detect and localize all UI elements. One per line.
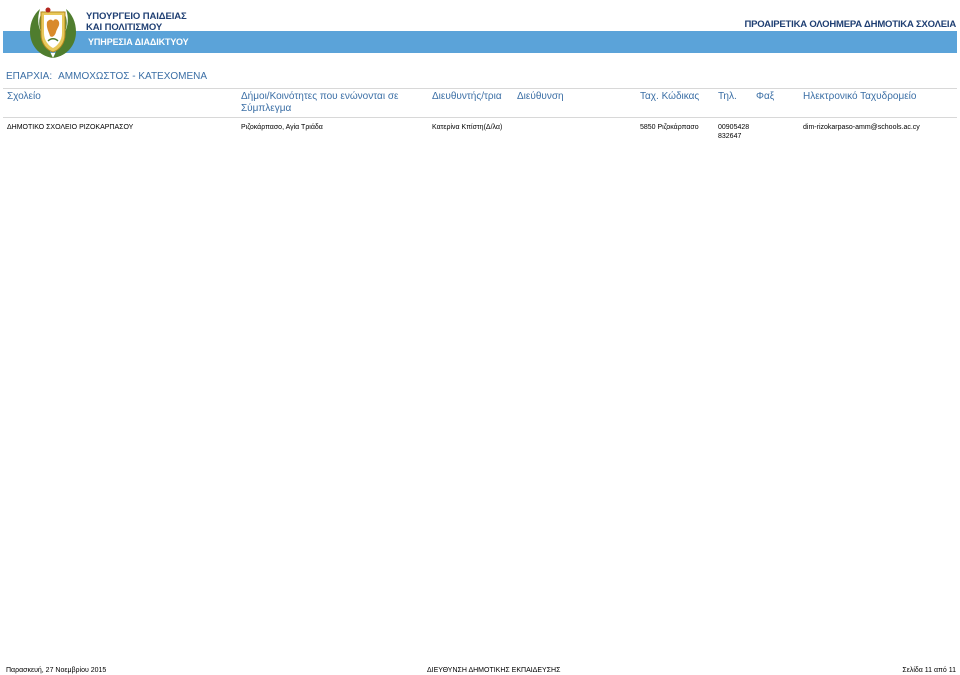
document-title: ΠΡΟΑΙΡΕΤΙΚΑ ΟΛΟΗΜΕΡΑ ΔΗΜΟΤΙΚΑ ΣΧΟΛΕΙΑ <box>744 19 956 30</box>
column-header-email: Ηλεκτρονικό Ταχυδρομείο <box>803 91 917 102</box>
column-header-postal: Ταχ. Κώδικας <box>640 91 700 102</box>
footer-date: Παρασκευή, 27 Νοεμβρίου 2015 <box>6 667 107 674</box>
cell-school: ΔΗΜΟΤΙΚΟ ΣΧΟΛΕΙΟ ΡΙΖΟΚΑΡΠΑΣΟΥ <box>7 124 134 131</box>
column-header-phone: Τηλ. <box>718 91 737 102</box>
cell-phone-line-2: 832647 <box>718 133 742 140</box>
footer-department: ΔΙΕΥΘΥΝΣΗ ΔΗΜΟΤΙΚΗΣ ΕΚΠΑΙΔΕΥΣΗΣ <box>427 667 561 674</box>
service-name: ΥΠΗΡΕΣΙΑ ΔΙΑΔΙΚΤΥΟΥ <box>88 37 189 47</box>
cyprus-coat-of-arms-icon <box>30 7 76 58</box>
cell-phone: 00905428 832647 <box>718 123 749 141</box>
cell-email: dim-rizokarpaso-amm@schools.ac.cy <box>803 124 920 131</box>
district-label: ΕΠΑΡΧΙΑ: <box>6 71 53 82</box>
column-header-communities: Δήμοι/Κοινότητες που ενώνονται σε Σύμπλε… <box>241 91 399 114</box>
district-heading: ΕΠΑΡΧΙΑ: ΑΜΜΟΧΩΣΤΟΣ - ΚΑΤΕΧΟΜΕΝΑ <box>6 71 207 82</box>
table-top-rule <box>3 88 957 89</box>
table-header-rule <box>3 117 957 118</box>
footer-page-number: Σελίδα 11 από 11 <box>902 667 956 674</box>
cell-postal: 5850 Ριζοκάρπασο <box>640 124 699 131</box>
ministry-line-2: ΚΑΙ ΠΟΛΙΤΙΣΜΟΥ <box>86 21 163 33</box>
ministry-name: ΥΠΟΥΡΓΕΙΟ ΠΑΙΔΕΙΑΣ ΚΑΙ ΠΟΛΙΤΙΣΜΟΥ <box>86 11 187 33</box>
column-header-school: Σχολείο <box>7 91 41 102</box>
column-header-address: Διεύθυνση <box>517 91 564 102</box>
cell-communities: Ριζοκάρπασο, Αγία Τριάδα <box>241 124 323 131</box>
district-value: ΑΜΜΟΧΩΣΤΟΣ - ΚΑΤΕΧΟΜΕΝΑ <box>58 71 208 82</box>
cell-phone-line-1: 00905428 <box>718 124 750 131</box>
ministry-line-1: ΥΠΟΥΡΓΕΙΟ ΠΑΙΔΕΙΑΣ <box>86 11 187 22</box>
column-header-fax: Φαξ <box>756 91 775 102</box>
column-header-principal: Διευθυντής/τρια <box>432 91 502 102</box>
cell-principal: Κατερίνα Κπίστη(Δ/λα) <box>432 124 503 131</box>
